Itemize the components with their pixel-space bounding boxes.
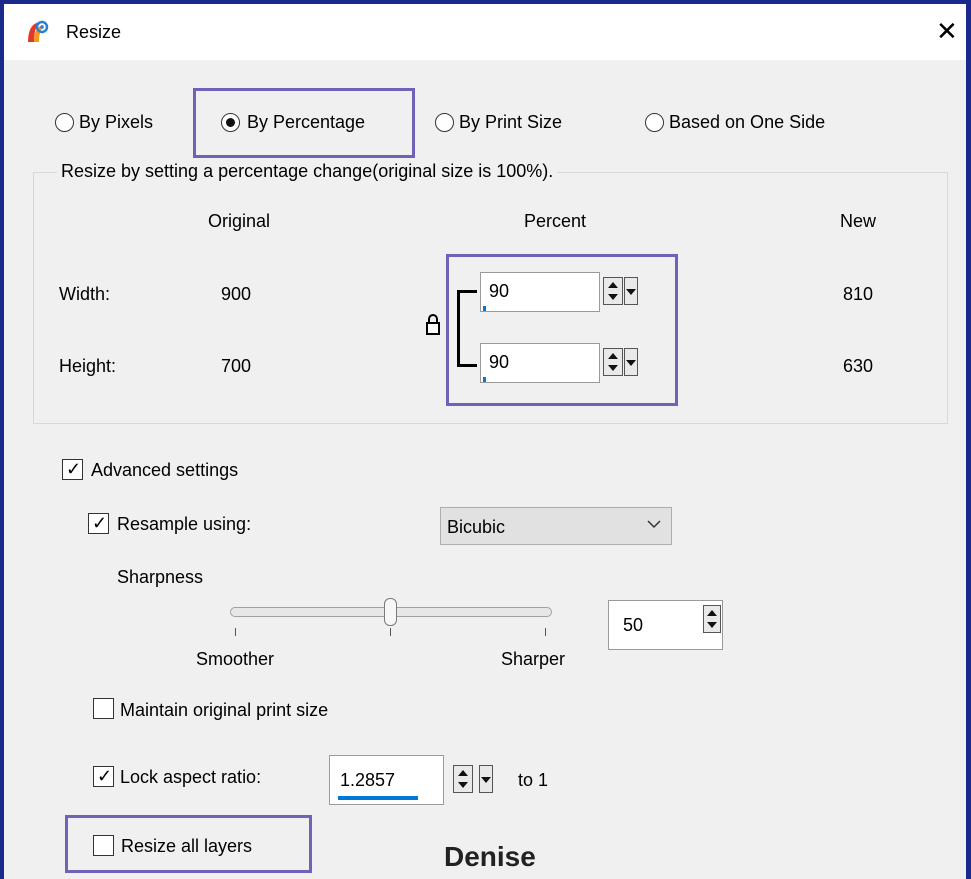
column-header-new: New: [840, 211, 877, 231]
window-title: Resize: [66, 22, 122, 42]
maintain-print-size-label: Maintain original print size: [120, 700, 329, 720]
slider-min-label: Smoother: [196, 649, 275, 669]
padlock-icon[interactable]: [426, 314, 440, 336]
resample-method-select[interactable]: Bicubic: [440, 507, 672, 545]
width-original: 900: [221, 284, 252, 304]
aspect-ratio-value: 1.2857: [340, 770, 396, 790]
sharpness-label: Sharpness: [117, 567, 204, 587]
radio-by-pixels[interactable]: [55, 113, 74, 132]
height-original: 700: [221, 356, 252, 376]
sharpness-value: 50: [623, 615, 644, 635]
maintain-print-size-checkbox[interactable]: [93, 698, 114, 719]
height-new: 630: [843, 356, 874, 376]
resample-label: Resample using:: [117, 514, 252, 534]
aspect-ratio-dropdown[interactable]: [479, 765, 493, 793]
slider-max-label: Sharper: [501, 649, 566, 669]
radio-label-by-print-size: By Print Size: [459, 112, 563, 132]
app-logo-icon: [22, 18, 50, 46]
column-header-original: Original: [208, 211, 271, 231]
radio-button[interactable]: [55, 113, 74, 132]
radio-button[interactable]: [645, 113, 664, 132]
lock-aspect-ratio-label: Lock aspect ratio:: [120, 767, 262, 787]
lock-aspect-ratio-checkbox[interactable]: ✓: [93, 766, 114, 787]
advanced-settings-label: Advanced settings: [91, 460, 239, 480]
radio-label-based-on-one-side: Based on One Side: [669, 112, 826, 132]
spin-down-icon[interactable]: [458, 782, 468, 788]
sharpness-spinner[interactable]: [703, 605, 721, 633]
slider-tick: [545, 628, 546, 636]
radio-button[interactable]: [435, 113, 454, 132]
highlight-percent-inputs: [446, 254, 678, 406]
checkmark-icon: ✓: [92, 513, 108, 533]
checkmark-icon: ✓: [97, 766, 113, 786]
width-new: 810: [843, 284, 874, 304]
window-frame-right: [966, 0, 971, 879]
sharpness-slider-thumb[interactable]: [384, 598, 397, 626]
resample-method-value: Bicubic: [447, 517, 506, 537]
title-bar: [4, 4, 966, 60]
resample-checkbox[interactable]: ✓: [88, 513, 109, 534]
highlight-resize-all-layers: [65, 815, 312, 873]
watermark-signature: Denise: [444, 841, 536, 872]
spin-down-icon[interactable]: [707, 622, 717, 628]
radio-by-print-size[interactable]: [435, 113, 454, 132]
advanced-settings-checkbox[interactable]: ✓: [62, 459, 83, 480]
spin-up-icon[interactable]: [458, 770, 468, 776]
aspect-ratio-spinner[interactable]: [453, 765, 473, 793]
highlight-by-percentage: [193, 88, 415, 158]
width-label: Width:: [59, 284, 111, 304]
slider-tick: [235, 628, 236, 636]
radio-label-by-pixels: By Pixels: [79, 112, 154, 132]
aspect-ratio-input[interactable]: 1.2857: [329, 755, 444, 805]
close-button[interactable]: ✕: [936, 17, 958, 45]
slider-tick: [390, 628, 391, 636]
height-label: Height:: [59, 356, 117, 376]
group-title: Resize by setting a percentage change(or…: [57, 161, 558, 182]
checkmark-icon: ✓: [66, 459, 82, 479]
column-header-percent: Percent: [524, 211, 587, 231]
aspect-ratio-suffix: to 1: [518, 770, 549, 790]
dropdown-arrow-icon[interactable]: [481, 777, 491, 783]
spin-up-icon[interactable]: [707, 610, 717, 616]
input-focus-underline: [338, 796, 418, 800]
chevron-down-icon[interactable]: [646, 516, 662, 537]
radio-based-on-one-side[interactable]: [645, 113, 664, 132]
